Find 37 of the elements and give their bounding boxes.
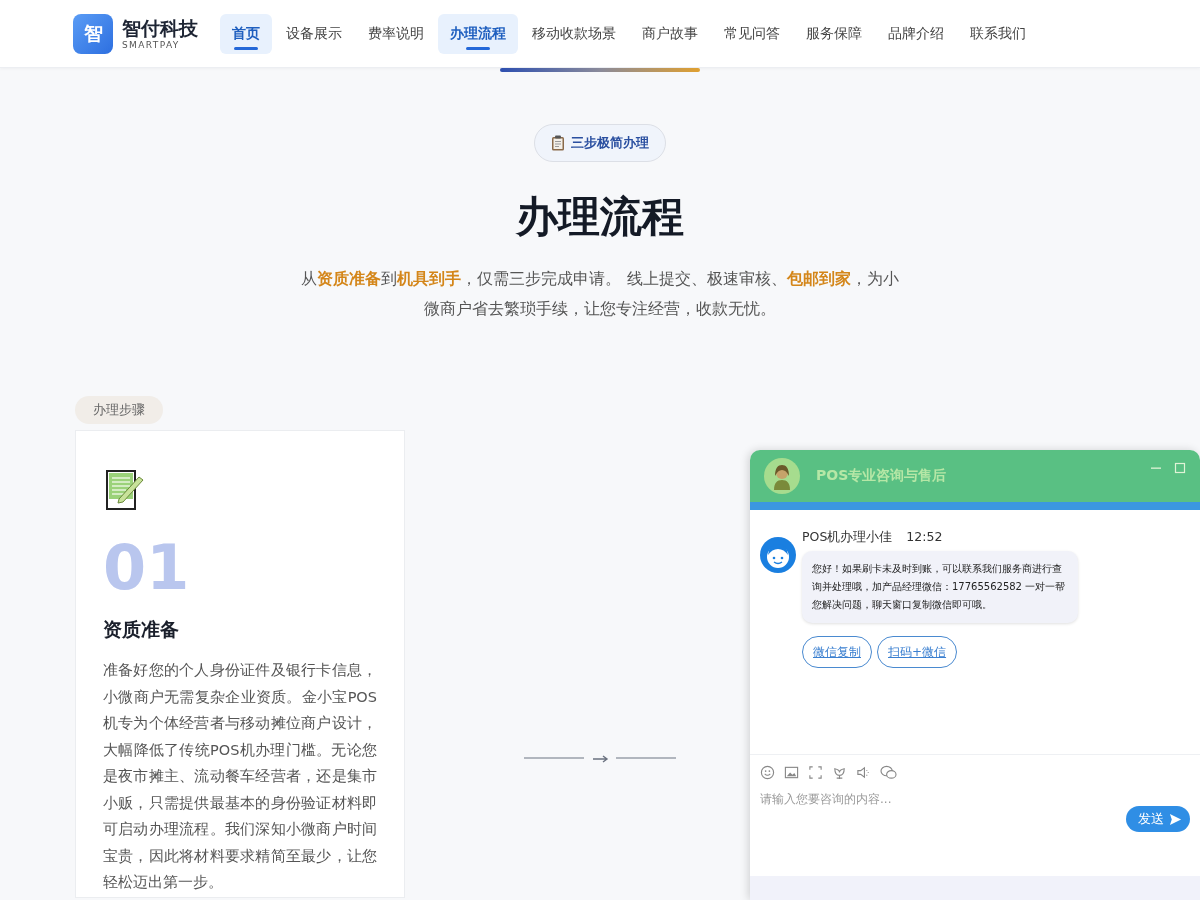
message-field[interactable]: 请输入您要咨询的内容... — [760, 786, 1126, 812]
maximize-icon[interactable] — [1174, 462, 1186, 474]
chat-bubbles-icon[interactable] — [880, 765, 897, 780]
nav-link[interactable]: 移动收款场景 — [520, 13, 628, 54]
notepad-pencil-icon — [105, 469, 145, 511]
sender-name: POS机办理小佳 — [802, 528, 893, 546]
step-number: 01 — [103, 533, 191, 603]
step-title: 资质准备 — [103, 617, 180, 642]
brand-tagline: SMARTPAY — [122, 38, 181, 51]
nav-link[interactable]: 常见问答 — [712, 13, 792, 54]
nav-link[interactable]: 联系我们 — [958, 13, 1038, 54]
nav-link[interactable]: 品牌介绍 — [876, 13, 956, 54]
message-bubble: 您好！如果刷卡未及时到账，可以联系我们服务商进行查询并处理哦，加产品经理微信：17765562582 一对一帮您解决问题，聊天窗口复制微信即可哦。 — [802, 551, 1078, 623]
agent-avatar-icon — [760, 537, 796, 573]
avatar-icon — [764, 458, 800, 494]
nav-link[interactable]: 首页 — [220, 13, 272, 54]
page-title: 办理流程 — [516, 192, 684, 242]
nav-link[interactable]: 设备展示 — [274, 13, 354, 54]
step-description: 准备好您的个人身份证件及银行卡信息，小微商户无需复杂企业资质。金小宝POS机专为个体经营者与移动摊位商户设计，大幅降低了传统POS机办理门槛。无论您是夜市摊主、流动餐车经营者，还是集市小贩，只需提供最基本的身份验证材料即可启动办理流程。我们深知小微商户时间宝贵，因此将材料要求精简至最少，让您轻松迈出第一步。 — [103, 661, 377, 892]
send-icon — [1169, 812, 1182, 826]
chat-title: POS专业咨询与售后 — [816, 467, 948, 485]
image-icon[interactable] — [784, 765, 799, 780]
nav-link[interactable]: 费率说明 — [356, 13, 436, 54]
section-tag: 办理步骤 — [75, 396, 163, 424]
nav-link[interactable]: 服务保障 — [794, 13, 874, 54]
intro-paragraph: 从资质准备到机具到手，仅需三步完成申请。 线上提交、极速审核、包邮到家，为小微商户省去繁琐手续，让您专注经营，收款无忧。 — [300, 268, 900, 320]
message-time: 12:52 — [906, 528, 943, 546]
nav-link[interactable]: 办理流程 — [438, 13, 518, 54]
screenshot-icon[interactable] — [808, 765, 823, 780]
speaker-icon[interactable] — [856, 765, 871, 780]
logo-icon[interactable]: 智 — [73, 13, 113, 54]
clipboard-icon — [551, 135, 565, 151]
badge-label: 三步极简办理 — [571, 134, 649, 152]
brand-name: 智付科技 — [122, 16, 198, 39]
flower-icon[interactable] — [832, 765, 847, 780]
nav-link[interactable]: 商户故事 — [630, 13, 710, 54]
emoji-icon[interactable] — [760, 765, 775, 780]
